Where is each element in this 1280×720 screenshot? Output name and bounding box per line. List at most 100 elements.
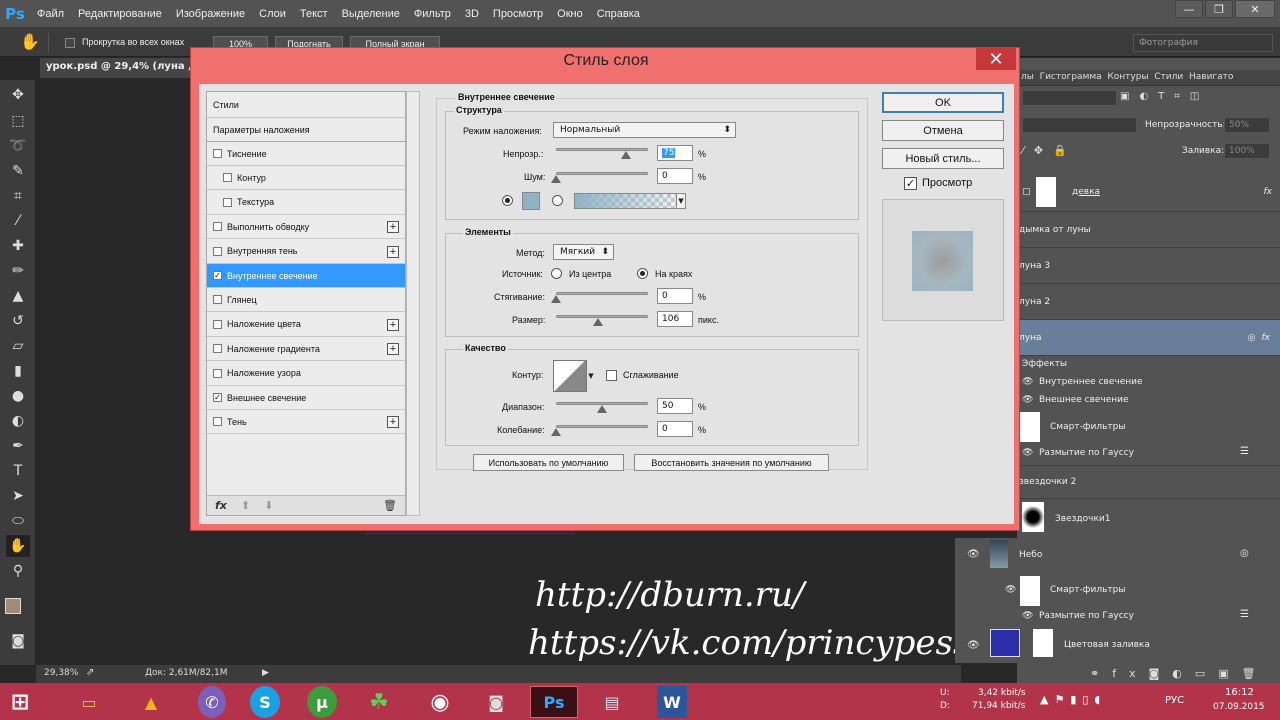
clock-time[interactable]: 16:12 [1225, 687, 1254, 698]
size-slider-thumb[interactable] [593, 318, 603, 326]
type-tool-icon[interactable]: T [6, 460, 30, 482]
style-checkbox[interactable] [213, 417, 222, 427]
eye-icon[interactable]: 👁 [1022, 448, 1033, 458]
layer-row-devka[interactable]: девка fx [1017, 172, 1280, 212]
gradient-radio[interactable] [552, 195, 563, 206]
size-input[interactable]: 106 [657, 311, 693, 327]
filter-options-icon[interactable]: ☰ [1240, 446, 1249, 457]
clover-icon[interactable]: ☘ [355, 686, 403, 718]
source-center-radio[interactable] [551, 268, 562, 279]
style-item[interactable]: Выполнить обводку + [207, 215, 405, 240]
blend-mode-select[interactable] [1022, 117, 1137, 133]
solid-color-radio[interactable] [502, 195, 513, 206]
scroll-all-checkbox[interactable] [65, 38, 75, 48]
zoom-tool-icon[interactable]: ⚲ [6, 560, 30, 582]
daemon-tools-icon[interactable]: ▲ [127, 686, 175, 718]
healing-tool-icon[interactable]: ✚ [6, 235, 30, 257]
menu-item[interactable]: Окно [550, 8, 590, 20]
export-icon[interactable]: ⇗ [86, 667, 94, 678]
panel-tabs[interactable]: лы Гистограмма Контуры Стили Навигато [1017, 70, 1280, 86]
layer-panel-footer-icons[interactable]: ⚭fx◙◐▭▣🗑 [1090, 667, 1269, 680]
opacity-input[interactable]: 50% [1224, 117, 1270, 133]
history-brush-icon[interactable]: ↺ [6, 310, 30, 332]
gaussian-blur-filter[interactable]: Размытие по Гауссу [1039, 611, 1134, 621]
layer-row-luna2[interactable]: луна 2 [1017, 284, 1280, 320]
eye-icon[interactable]: 👁 [967, 640, 980, 651]
hand-tool-icon[interactable]: ✋ [20, 32, 40, 51]
contour-preview[interactable] [553, 360, 587, 392]
menu-item[interactable]: Редактирование [71, 8, 169, 20]
layer-row-luna-selected[interactable]: луна ◎ fx [1017, 320, 1280, 356]
move-tool-icon[interactable]: ✥ [6, 84, 30, 106]
fx-menu-icon[interactable]: fx [215, 499, 227, 512]
fx-icon[interactable]: fx [1264, 187, 1273, 197]
layer-row-dymka[interactable]: дымка от луны [1017, 212, 1280, 248]
add-effect-icon[interactable]: + [387, 416, 399, 429]
gaussian-blur-filter[interactable]: Размытие по Гауссу [1039, 448, 1134, 458]
style-checkbox[interactable] [213, 149, 222, 158]
add-effect-icon[interactable]: + [387, 221, 399, 234]
style-item[interactable]: ✓ Внутреннее свечение [207, 264, 405, 288]
stamp-tool-icon[interactable]: ▲ [6, 285, 30, 307]
gradient-dropdown-icon[interactable]: ▼ [676, 193, 686, 209]
style-item[interactable]: Текстура [207, 191, 405, 215]
brush-tool-icon[interactable]: ✏ [6, 260, 30, 282]
blending-options-item[interactable]: Параметры наложения [207, 118, 405, 142]
reset-default-button[interactable]: Восстановить значения по умолчанию [634, 454, 829, 471]
fx-icon[interactable]: fx [1262, 333, 1271, 343]
cancel-button[interactable]: Отмена [882, 120, 1004, 141]
maximize-button[interactable]: ❐ [1205, 0, 1233, 18]
chrome-icon[interactable]: ◉ [416, 686, 464, 718]
trash-icon[interactable]: 🗑 [383, 499, 397, 512]
contour-dropdown-icon[interactable]: ▼ [587, 360, 595, 392]
new-style-button[interactable]: Новый стиль... [882, 148, 1004, 169]
method-select[interactable]: Мягкий ⬍ [553, 244, 614, 260]
jitter-slider-thumb[interactable] [551, 428, 561, 436]
style-checkbox[interactable]: ✓ [213, 393, 222, 402]
choke-slider[interactable] [556, 292, 648, 295]
hand-tool-active-icon[interactable]: ✋ [6, 535, 30, 557]
network-app-icon[interactable]: ▤ [588, 686, 636, 718]
noise-slider[interactable] [556, 172, 648, 175]
clock-date[interactable]: 07.09.2015 [1213, 702, 1265, 712]
add-effect-icon[interactable]: + [387, 245, 399, 258]
layer-row-luna3[interactable]: луна 3 [1017, 248, 1280, 284]
choke-input[interactable]: 0 [657, 288, 693, 304]
layer-name-fill[interactable]: Цветовая заливка [1064, 640, 1150, 650]
status-menu-arrow-icon[interactable]: ▶ [262, 668, 269, 678]
utorrent-icon[interactable]: μ [307, 686, 337, 718]
foreground-color-swatch[interactable] [5, 598, 21, 614]
speaker-app-icon[interactable]: ◙ [472, 686, 520, 718]
filter-icons[interactable]: ▣◐T⌗◫ [1120, 91, 1209, 102]
eye-icon[interactable]: 👁 [1022, 377, 1033, 387]
lock-icons[interactable]: ⁄✥🔒 [1022, 144, 1077, 157]
dodge-tool-icon[interactable]: ◐ [6, 410, 30, 432]
eye-icon[interactable]: 👁 [1022, 611, 1033, 621]
skype-icon[interactable]: S [250, 686, 280, 718]
add-effect-icon[interactable]: + [387, 343, 399, 356]
menu-item[interactable]: Выделение [335, 8, 407, 20]
close-window-button[interactable]: ✕ [1235, 0, 1275, 18]
choke-slider-thumb[interactable] [551, 295, 561, 303]
effect-outer-glow[interactable]: Внешнее свечение [1039, 395, 1129, 405]
gradient-picker[interactable] [574, 193, 677, 209]
menu-item[interactable]: Файл [30, 8, 71, 20]
workspace-select[interactable]: Фотография [1133, 34, 1273, 52]
range-input[interactable]: 50 [657, 398, 693, 414]
style-item[interactable]: Наложение градиента + [207, 337, 405, 362]
opacity-slider[interactable] [556, 148, 648, 151]
style-checkbox[interactable] [213, 344, 222, 354]
menu-item[interactable]: Изображение [169, 8, 252, 20]
pen-tool-icon[interactable]: ✒ [6, 435, 30, 457]
style-checkbox[interactable] [213, 319, 222, 329]
quick-select-icon[interactable]: ✎ [6, 160, 30, 182]
menu-item[interactable]: Фильтр [407, 8, 458, 20]
gradient-tool-icon[interactable]: ▮ [6, 360, 30, 382]
quick-mask-icon[interactable]: ◙ [6, 630, 30, 652]
style-item[interactable]: Тень + [207, 410, 405, 435]
style-item[interactable]: Наложение цвета + [207, 313, 405, 337]
jitter-input[interactable]: 0 [657, 421, 693, 437]
menu-item[interactable]: 3D [458, 8, 486, 20]
glow-color-swatch[interactable] [522, 192, 540, 210]
preview-checkbox[interactable]: ✓ [904, 177, 917, 190]
